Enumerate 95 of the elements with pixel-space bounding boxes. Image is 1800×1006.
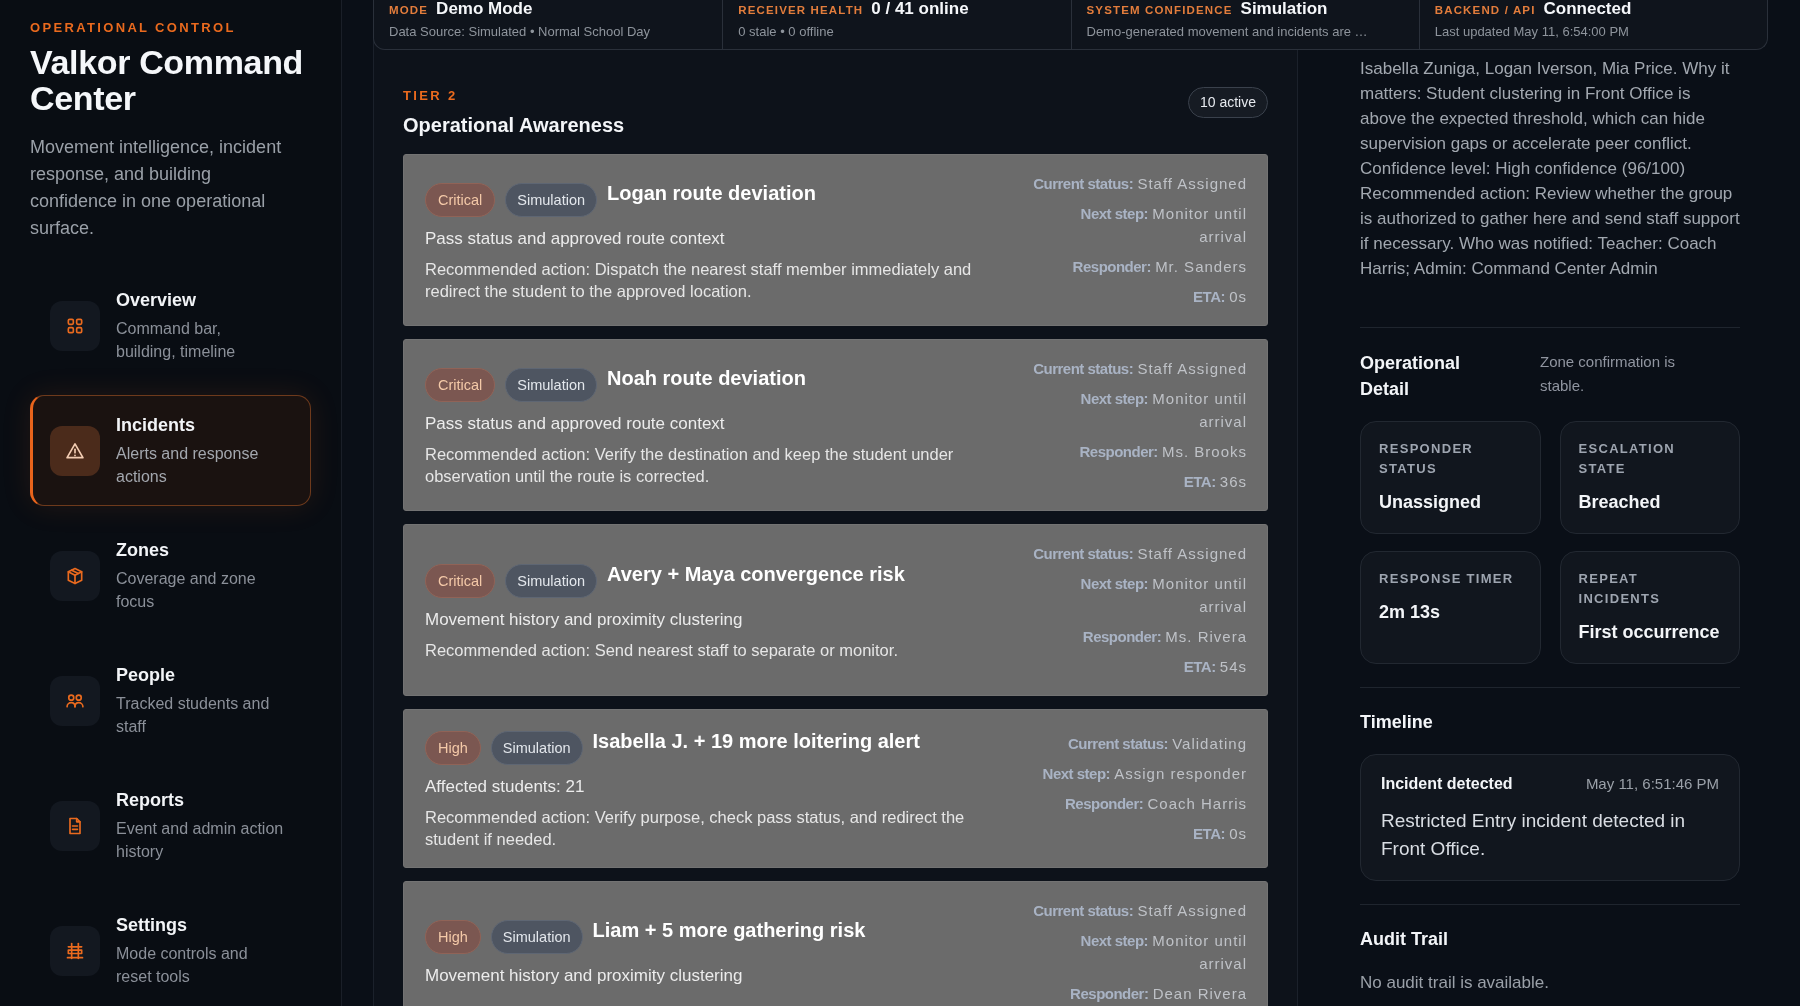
- incident-field: ETA: 0s: [1031, 285, 1247, 308]
- section-title: Timeline: [1360, 711, 1434, 734]
- timeline-description: Restricted Entry incident detected in Front Office.: [1381, 809, 1687, 861]
- status-detail: 0 stale • 0 offline: [738, 23, 835, 41]
- incident-field: Next step: Monitor until arrival: [1031, 387, 1247, 433]
- nav-item[interactable]: Settings Mode controls and reset tools: [30, 895, 311, 1006]
- incident-context: Affected students: 21: [425, 776, 586, 798]
- status-value: 0 / 41 online: [871, 0, 969, 18]
- panel-title: Operational Awareness: [403, 113, 625, 138]
- incident-field: Responder: Mr. Sanders: [1031, 255, 1247, 278]
- incident-card[interactable]: [403, 709, 1268, 868]
- incident-field: Current status: Staff Assigned: [1031, 357, 1247, 380]
- incident-title: Logan route deviation: [607, 180, 816, 206]
- status-label: RECEIVER HEALTH: [738, 3, 864, 18]
- nav-item[interactable]: Reports Event and admin action history: [30, 770, 311, 881]
- nav-item[interactable]: Incidents Alerts and response actions: [30, 395, 311, 506]
- source-tag: Simulation: [505, 563, 597, 598]
- people-icon: [50, 675, 100, 726]
- nav-item[interactable]: Zones Coverage and zone focus: [30, 520, 311, 631]
- recommended-action: Recommended action: Dispatch the nearest staff member immediately and redirect the student to the approved location.: [425, 258, 973, 302]
- incident-title: Isabella J. + 19 more loitering alert: [592, 729, 920, 754]
- status-detail: Demo-generated movement and incidents are …: [1086, 23, 1369, 41]
- incident-title: Noah route deviation: [607, 365, 806, 391]
- incident-field: ETA: 0s: [1031, 822, 1247, 845]
- audit-empty-text: No audit trail is available.: [1360, 972, 1550, 994]
- severity-tag: High: [425, 920, 481, 954]
- severity-tag: Critical: [425, 563, 496, 598]
- section-title: Operational Detail: [1360, 352, 1462, 401]
- incident-title: Liam + 5 more gathering risk: [592, 918, 866, 943]
- incident-card[interactable]: High Simulation Liam + 5 more gathering risk Movement history and proximity clustering Current status: Staff Assigned Next step: Monitor until arrival Responder: Dean Rivera: [403, 881, 1268, 1006]
- section-title: Audit Trail: [1360, 928, 1449, 951]
- incident-field: Next step: Monitor until arrival: [1031, 202, 1247, 248]
- status-detail: Data Source: Simulated • Normal School Day: [389, 23, 652, 41]
- recommended-action: Recommended action: Verify purpose, check pass status, and redirect the student if needed.: [425, 807, 966, 850]
- status-label: MODE: [389, 3, 429, 18]
- incident-field: Current status: Staff Assigned: [1031, 542, 1247, 565]
- source-tag: Simulation: [490, 731, 583, 765]
- incident-field: Responder: Ms. Brooks: [1031, 440, 1247, 463]
- status-detail: Last updated May 11, 6:54:00 PM: [1434, 23, 1630, 41]
- severity-tag: High: [425, 731, 481, 765]
- grid-icon: [50, 300, 100, 351]
- status-value: Connected: [1543, 0, 1632, 18]
- incident-field: ETA: 54s: [1031, 655, 1247, 678]
- app-title: Valkor Command Center: [30, 44, 304, 116]
- document-icon: [50, 800, 100, 851]
- incident-field: Current status: Staff Assigned: [1031, 899, 1247, 922]
- recommended-action: Recommended action: Send nearest staff to separate or monitor.: [425, 639, 899, 661]
- nav-item[interactable]: Overview Command bar, building, timeline: [30, 270, 311, 381]
- incident-title: Avery + Maya convergence risk: [607, 561, 905, 587]
- incident-context: Movement history and proximity clustering: [425, 965, 744, 987]
- stat-value: First occurrence: [1578, 621, 1721, 644]
- incident-field: Current status: Validating: [1031, 732, 1247, 755]
- timeline-event-title: Incident detected: [1381, 774, 1513, 794]
- incident-field: Next step: Assign responder: [1031, 762, 1247, 785]
- app-description: Movement intelligence, incident response, and building confidence in one operational surface.: [30, 136, 283, 240]
- incident-field: Current status: Staff Assigned: [1031, 172, 1247, 195]
- source-tag: Simulation: [505, 182, 597, 217]
- stat-label: REPEAT INCIDENTS: [1578, 570, 1662, 608]
- stat-value: Unassigned: [1379, 491, 1483, 514]
- severity-tag: Critical: [425, 367, 496, 402]
- incident-card[interactable]: [403, 339, 1268, 511]
- recommended-action: Recommended action: Verify the destination and keep the student under observation until the route is corrected.: [425, 443, 955, 487]
- tier-label: TIER 2: [403, 87, 459, 105]
- incident-context: Movement history and proximity clustering: [425, 608, 744, 631]
- incident-field: Next step: Monitor until arrival: [1031, 929, 1247, 975]
- stat-label: ESCALATION STATE: [1578, 440, 1677, 478]
- barrier-icon: [50, 925, 100, 976]
- incident-field: ETA: 36s: [1031, 470, 1247, 493]
- incident-context: Pass status and approved route context: [425, 412, 726, 435]
- stat-value: Breached: [1578, 491, 1662, 514]
- section-note: Zone confirmation is stable.: [1540, 352, 1677, 396]
- status-label: SYSTEM CONFIDENCE: [1086, 3, 1233, 18]
- box-icon: [50, 550, 100, 601]
- source-tag: Simulation: [490, 920, 583, 954]
- section-eyebrow: OPERATIONAL CONTROL: [30, 19, 237, 37]
- incident-field: Responder: Dean Rivera: [1031, 982, 1247, 1005]
- status-value: Simulation: [1240, 0, 1328, 18]
- status-value: Demo Mode: [436, 0, 533, 18]
- incident-card[interactable]: [403, 524, 1268, 696]
- timeline-time: May 11, 6:51:46 PM: [1585, 774, 1719, 794]
- warning-icon: [50, 425, 100, 476]
- incident-summary: Isabella Zuniga, Logan Iverson, Mia Price. Why it matters: Student clustering in Front Office is above the expected threshold, which can hide supervision gaps or accelerate peer conflict. Confidence level: High confidence (96/100) Recommended action: Review whether the group is authorized to gather here and send staff support if necessary. Who was notified: Teacher: Coach Harris; Admin: Command Center Admin: [1360, 56, 1740, 328]
- incident-context: Pass status and approved route context: [425, 227, 726, 250]
- incident-card[interactable]: [403, 154, 1268, 326]
- incident-field: Next step: Monitor until arrival: [1031, 572, 1247, 618]
- source-tag: Simulation: [505, 367, 597, 402]
- incident-field: Responder: Ms. Rivera: [1031, 625, 1247, 648]
- stat-value: 2m 13s: [1379, 601, 1442, 624]
- status-label: BACKEND / API: [1434, 3, 1536, 18]
- severity-tag: Critical: [425, 182, 496, 217]
- incident-field: Responder: Coach Harris: [1031, 792, 1247, 815]
- stat-label: RESPONSE TIMER: [1379, 570, 1515, 588]
- active-count-badge: 10 active: [1187, 87, 1268, 118]
- nav-item[interactable]: People Tracked students and staff: [30, 645, 311, 756]
- stat-label: RESPONDER STATUS: [1379, 440, 1475, 478]
